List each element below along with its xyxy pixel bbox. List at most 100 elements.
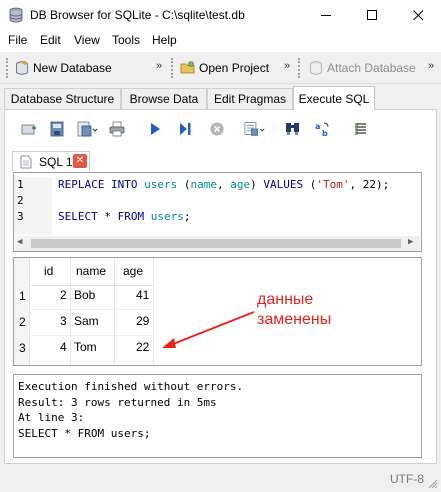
output-line: At line 3: <box>18 411 85 424</box>
execution-message-pane: Execution finished without errors. Resul… <box>13 374 422 458</box>
scroll-left-arrow-icon[interactable]: ◀ <box>17 237 22 247</box>
results-grid[interactable]: id name age 1 2 Bob 41 2 3 Sam 29 3 4 To… <box>13 257 422 366</box>
toolbar-grip[interactable] <box>6 58 10 78</box>
row-number: 2 <box>19 315 26 329</box>
row-divider <box>31 361 153 362</box>
minimize-button[interactable] <box>303 0 349 30</box>
cell-id[interactable]: 3 <box>60 309 67 334</box>
toolbar-overflow-chevron-1[interactable]: » <box>156 60 162 72</box>
printer-icon <box>109 121 125 137</box>
line-number: 1 <box>14 177 52 193</box>
find-button[interactable] <box>282 118 304 140</box>
tab-edit-pragmas[interactable]: Edit Pragmas <box>207 88 293 109</box>
app-database-icon <box>8 7 24 23</box>
tab-database-structure[interactable]: Database Structure <box>4 88 121 109</box>
grid-divider <box>70 258 71 365</box>
annotation-text: данные заменены <box>257 290 331 330</box>
open-project-button[interactable]: Open Project <box>180 56 269 80</box>
menu-help[interactable]: Help <box>152 33 177 47</box>
line-number: 2 <box>14 193 52 209</box>
column-header-age[interactable]: age <box>123 259 143 284</box>
cell-name[interactable]: Tom <box>74 335 97 360</box>
play-line-icon <box>180 123 191 135</box>
maximize-button[interactable] <box>349 0 395 30</box>
resize-grip-icon[interactable] <box>428 479 438 489</box>
annotation-arrow-icon <box>162 311 255 348</box>
open-project-icon <box>180 61 195 74</box>
menu-bar: File Edit View Tools Help <box>0 30 441 52</box>
new-database-label: New Database <box>33 61 112 75</box>
menu-view[interactable]: View <box>74 33 100 47</box>
cell-age[interactable]: 41 <box>136 283 149 308</box>
execute-current-line-button[interactable] <box>174 118 196 140</box>
toolbar-overflow-chevron-3[interactable]: » <box>428 60 434 72</box>
save-results-icon <box>244 122 265 136</box>
stop-execution-button[interactable] <box>206 118 228 140</box>
toolbar-grip-3[interactable] <box>298 58 302 78</box>
find-replace-icon: ab <box>315 122 329 137</box>
attach-database-icon <box>310 61 322 75</box>
new-database-button[interactable]: New Database <box>14 56 112 80</box>
output-line: Execution finished without errors. <box>18 380 244 393</box>
attach-database-button[interactable]: Attach Database <box>308 56 416 80</box>
open-sql-file-icon <box>50 121 64 137</box>
cell-id[interactable]: 4 <box>60 335 67 360</box>
scroll-right-arrow-icon[interactable]: ▶ <box>408 237 413 247</box>
stop-icon <box>210 122 224 136</box>
column-header-name[interactable]: name <box>76 259 106 284</box>
comment-lines-icon <box>355 123 366 135</box>
row-number: 1 <box>19 289 26 303</box>
encoding-label: UTF-8 <box>390 472 424 486</box>
svg-text:b: b <box>322 129 328 137</box>
output-line: Result: 3 rows returned in 5ms <box>18 395 217 409</box>
menu-file[interactable]: File <box>8 33 27 47</box>
editor-horizontal-scrollbar[interactable]: ◀ ▶ <box>15 236 420 251</box>
sql-tab-label: SQL 1 <box>39 155 73 169</box>
gutter-filler <box>14 225 52 235</box>
cell-age[interactable]: 29 <box>136 309 149 334</box>
grid-divider <box>114 258 115 365</box>
close-icon <box>412 9 423 20</box>
save-sql-file-icon <box>77 121 98 137</box>
play-icon <box>151 123 160 135</box>
cell-name[interactable]: Bob <box>74 283 95 308</box>
column-header-id[interactable]: id <box>44 259 53 284</box>
save-sql-file-button[interactable] <box>76 118 98 140</box>
open-sql-file-button[interactable] <box>46 118 68 140</box>
toolbar-grip-2[interactable] <box>171 58 175 78</box>
output-line: SELECT * FROM users; <box>18 426 151 440</box>
window-title: DB Browser for SQLite - C:\sqlite\test.d… <box>30 8 245 22</box>
code-line-1: REPLACE INTO users (name, age) VALUES ('… <box>58 178 390 191</box>
close-sql-tab-icon[interactable]: ✕ <box>73 154 87 168</box>
main-toolbar: New Database » Open Project » Attach Dat… <box>0 52 441 84</box>
title-bar: DB Browser for SQLite - C:\sqlite\test.d… <box>0 0 441 30</box>
sql-editor-tab[interactable]: SQL 1 ✕ <box>12 151 90 172</box>
annotation-line-2: заменены <box>257 311 332 328</box>
svg-text:a: a <box>315 122 320 131</box>
scrollbar-thumb[interactable] <box>31 239 401 248</box>
tab-execute-sql[interactable]: Execute SQL <box>293 86 375 110</box>
new-database-icon <box>16 61 28 75</box>
code-line-3: SELECT * FROM users; <box>58 210 191 223</box>
find-icon <box>286 123 299 135</box>
status-bar: UTF-8 <box>0 466 441 492</box>
tab-browse-data[interactable]: Browse Data <box>121 88 207 109</box>
sql-document-icon <box>20 155 32 169</box>
cell-name[interactable]: Sam <box>74 309 99 334</box>
open-tab-button[interactable] <box>18 118 40 140</box>
close-window-button[interactable] <box>395 0 441 30</box>
sql-editor[interactable]: 1 2 3 REPLACE INTO users (name, age) VAL… <box>13 172 422 252</box>
menu-tools[interactable]: Tools <box>112 33 140 47</box>
open-project-label: Open Project <box>199 61 270 75</box>
menu-edit[interactable]: Edit <box>40 33 61 47</box>
save-results-button[interactable] <box>244 118 266 140</box>
execute-all-button[interactable] <box>144 118 166 140</box>
toolbar-overflow-chevron-2[interactable]: » <box>284 60 290 72</box>
cell-id[interactable]: 2 <box>60 283 67 308</box>
maximize-icon <box>366 9 377 20</box>
minimize-icon <box>320 14 331 16</box>
print-button[interactable] <box>106 118 128 140</box>
find-replace-button[interactable]: ab <box>312 118 334 140</box>
comment-block-button[interactable] <box>350 118 372 140</box>
cell-age[interactable]: 22 <box>136 335 149 360</box>
